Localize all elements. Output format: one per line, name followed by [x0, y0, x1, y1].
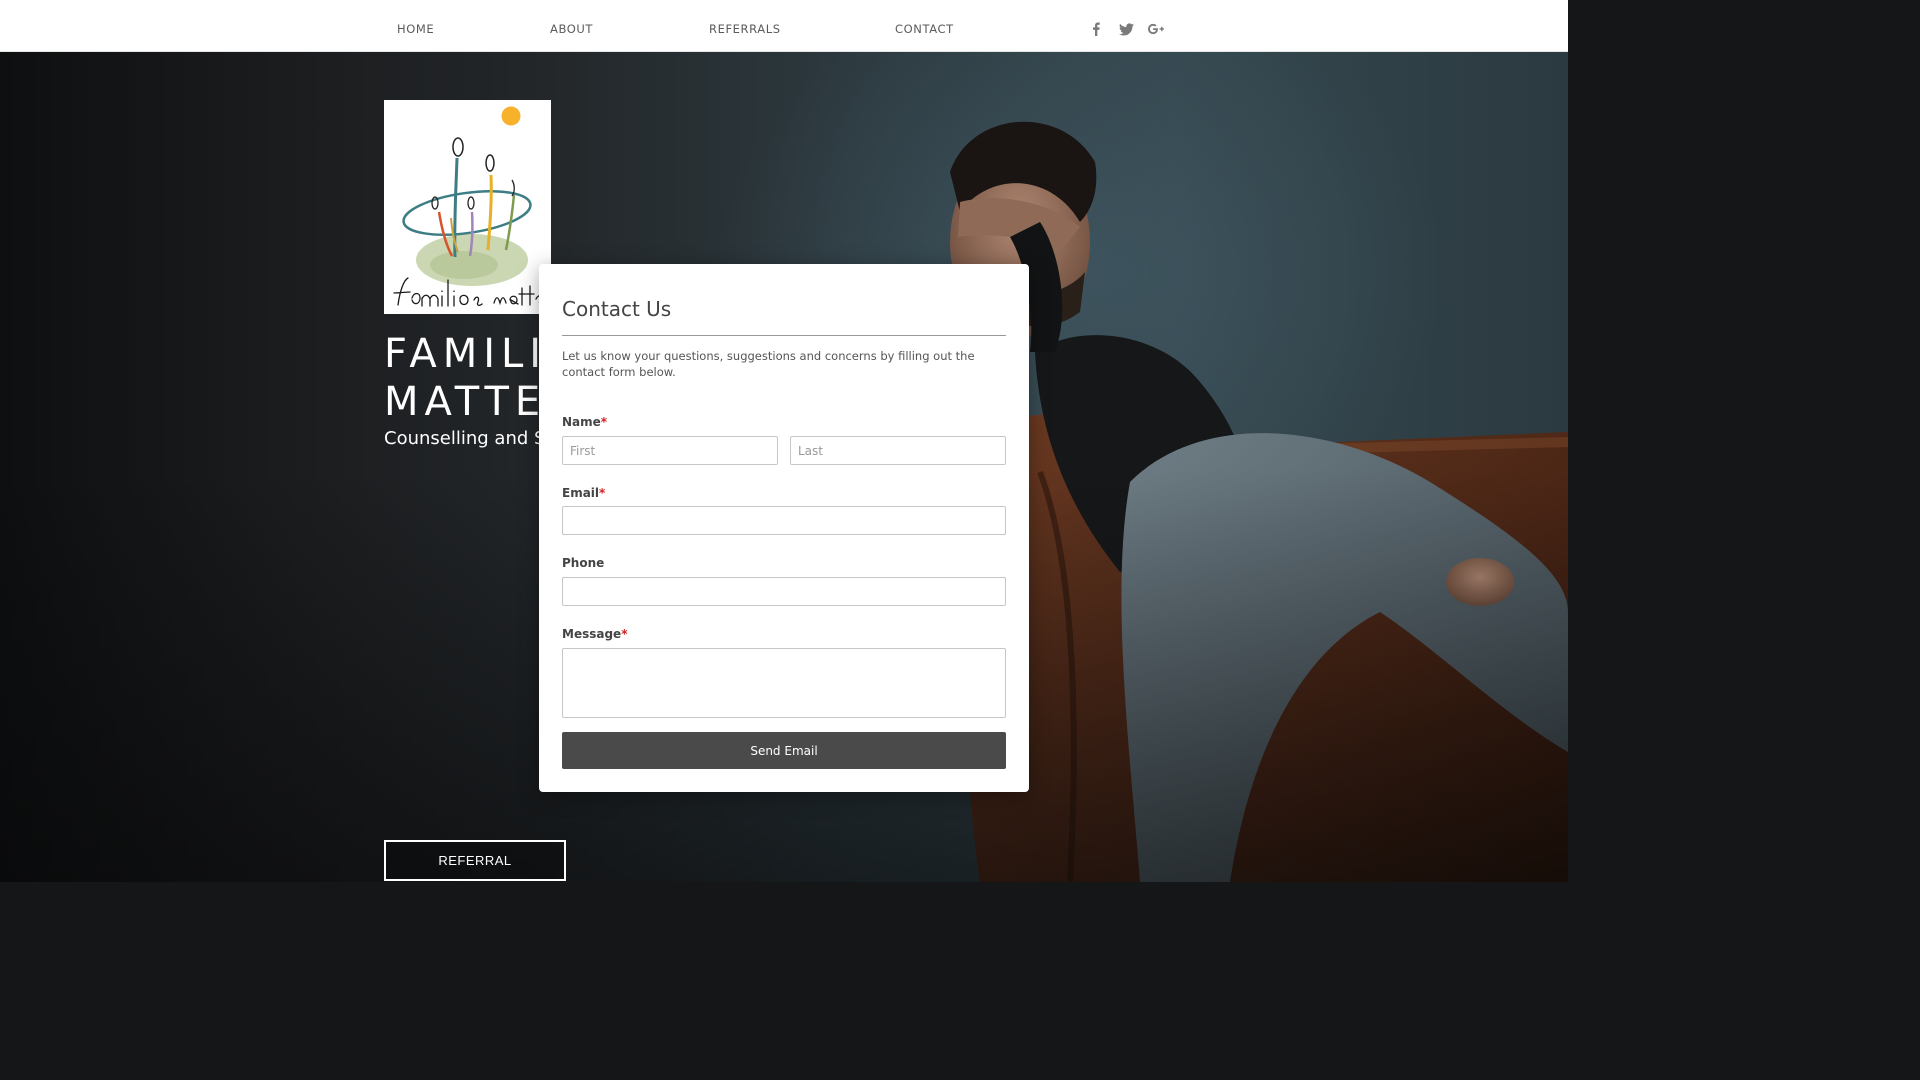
phone-label: Phone [562, 556, 605, 570]
families-matter-logo-icon [393, 106, 546, 307]
nav-contact-link[interactable]: CONTACT [895, 22, 954, 36]
nav-referrals-link[interactable]: REFERRALS [709, 22, 781, 36]
last-name-input[interactable] [790, 436, 1006, 465]
top-nav-bar: HOME ABOUT REFERRALS CONTACT [0, 0, 1568, 52]
google-plus-icon[interactable] [1148, 21, 1164, 37]
phone-input[interactable] [562, 577, 1006, 606]
twitter-icon[interactable] [1118, 21, 1134, 37]
facebook-icon[interactable] [1088, 21, 1104, 37]
nav-home-link[interactable]: HOME [397, 22, 434, 36]
name-label: Name* [562, 415, 608, 429]
required-marker: * [599, 486, 606, 500]
message-label: Message* [562, 627, 628, 641]
first-name-input[interactable] [562, 436, 778, 465]
contact-form-dialog: Contact Us Let us know your questions, s… [539, 264, 1029, 792]
nav-about-link[interactable]: ABOUT [550, 22, 593, 36]
title-divider [562, 335, 1006, 336]
required-marker: * [621, 627, 628, 641]
required-marker: * [600, 415, 608, 429]
contact-form-title: Contact Us [562, 297, 672, 321]
referral-button[interactable]: REFERRAL [384, 840, 566, 881]
site-logo[interactable] [384, 100, 551, 314]
message-textarea[interactable] [562, 648, 1006, 718]
contact-form-intro: Let us know your questions, suggestions … [562, 349, 975, 379]
email-label: Email* [562, 486, 606, 500]
email-input[interactable] [562, 506, 1006, 535]
send-email-button[interactable]: Send Email [562, 732, 1006, 769]
